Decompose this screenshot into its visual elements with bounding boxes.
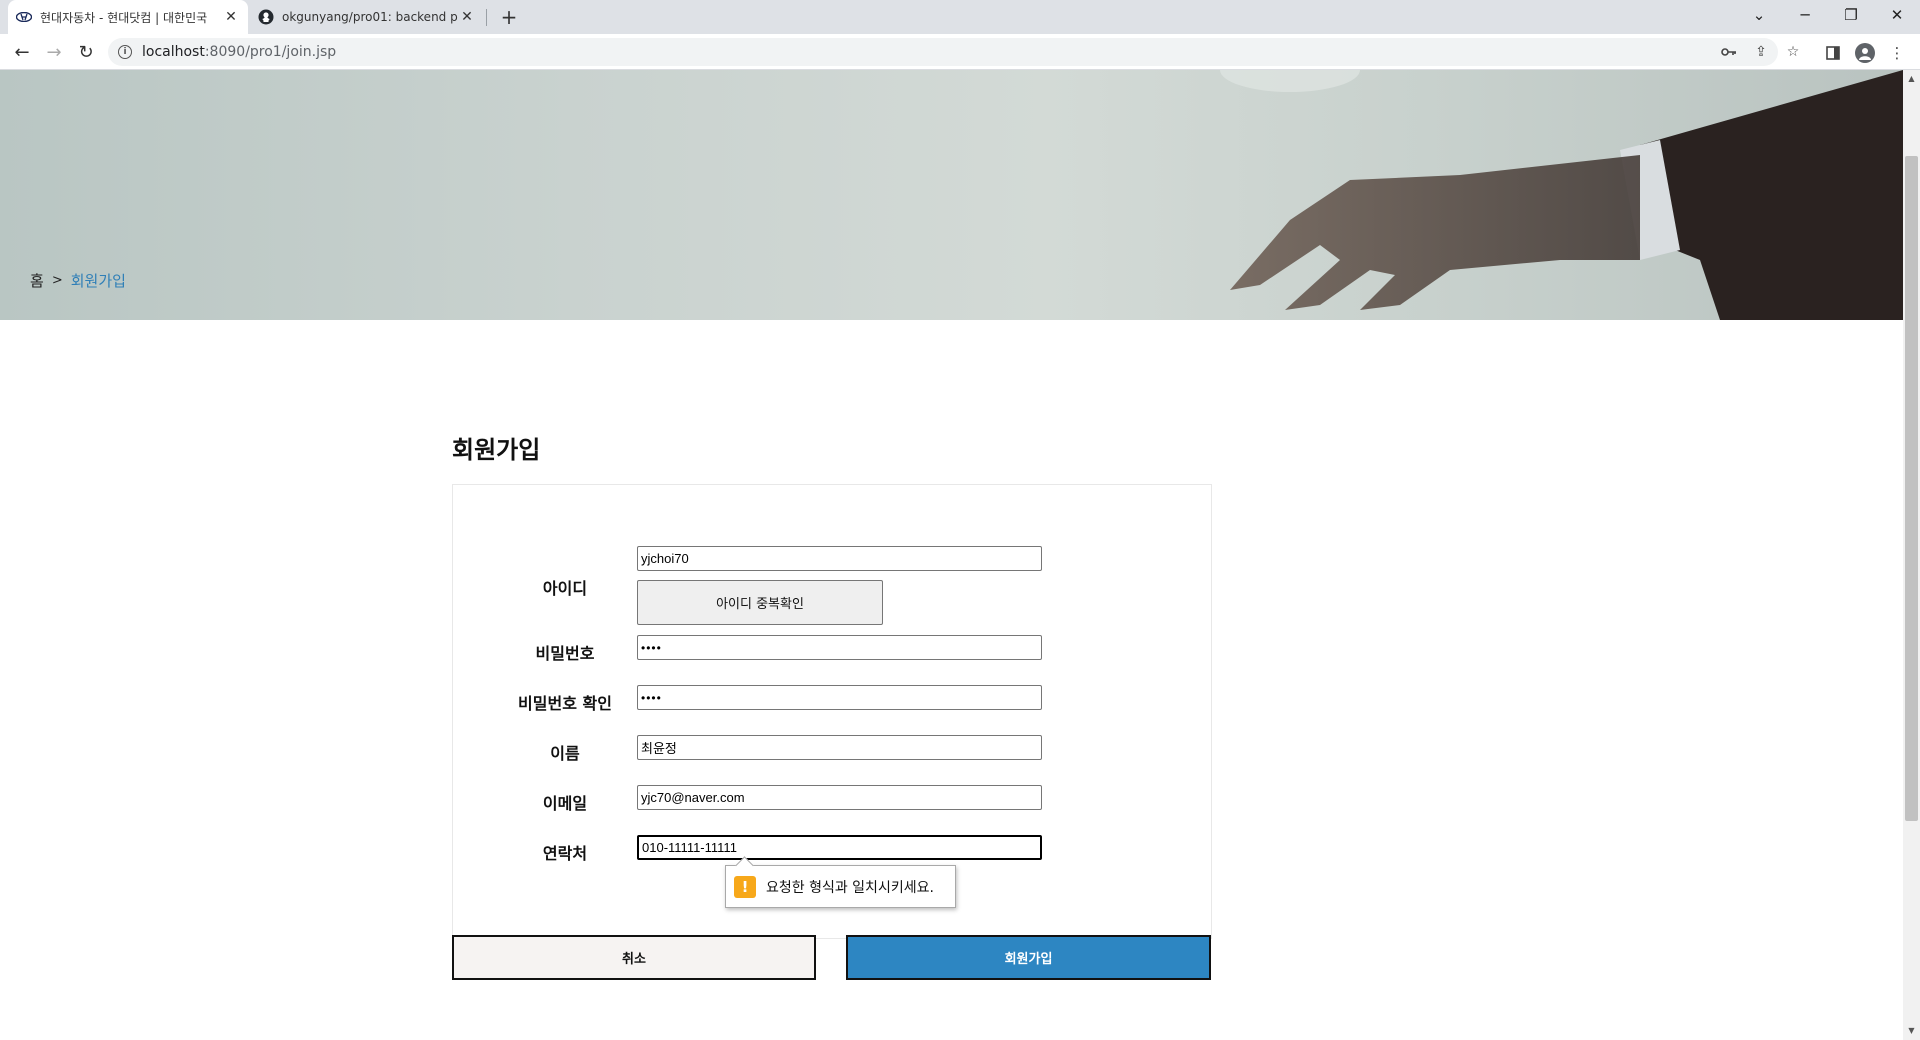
scroll-up-arrow-icon[interactable]: ▲ xyxy=(1906,73,1917,84)
password-label: 비밀번호 xyxy=(535,644,595,663)
close-icon[interactable]: ✕ xyxy=(458,8,476,26)
browser-tab-bar: 현대자동차 - 현대닷컴 | 대한민국 ✕ okgunyang/pro01: b… xyxy=(0,0,1920,34)
profile-avatar-icon[interactable] xyxy=(1855,43,1875,63)
id-label: 아이디 xyxy=(542,579,588,598)
validation-message: 요청한 형식과 일치시키세요. xyxy=(766,879,934,896)
new-tab-plus-icon[interactable]: + xyxy=(497,5,521,29)
hero-banner-image xyxy=(0,70,1903,320)
password-key-icon[interactable] xyxy=(1717,40,1741,64)
tab-title: okgunyang/pro01: backend proj xyxy=(282,10,458,24)
id-input[interactable]: yjchoi70 xyxy=(637,546,1042,571)
email-label: 이메일 xyxy=(542,794,588,813)
breadcrumb: 홈 > 회원가입 xyxy=(30,270,126,291)
side-panel-icon[interactable] xyxy=(1820,40,1846,66)
bookmark-star-icon[interactable]: ☆ xyxy=(1781,40,1805,64)
validation-tooltip: ! 요청한 형식과 일치시키세요. xyxy=(725,865,956,908)
window-close-icon[interactable]: ✕ xyxy=(1874,0,1920,30)
id-duplicate-check-button[interactable]: 아이디 중복확인 xyxy=(637,580,883,625)
browser-tab-hyundai[interactable]: 현대자동차 - 현대닷컴 | 대한민국 ✕ xyxy=(8,0,248,34)
scroll-down-arrow-icon[interactable]: ▼ xyxy=(1906,1025,1917,1036)
breadcrumb-separator: > xyxy=(51,273,63,288)
browser-tab-github[interactable]: okgunyang/pro01: backend proj ✕ xyxy=(250,0,484,34)
breadcrumb-current[interactable]: 회원가입 xyxy=(71,270,126,291)
breadcrumb-home-link[interactable]: 홈 xyxy=(30,270,44,291)
back-arrow-icon[interactable]: ← xyxy=(8,38,36,66)
cancel-button[interactable]: 취소 xyxy=(452,935,816,980)
name-label: 이름 xyxy=(550,744,580,763)
password-input[interactable]: •••• xyxy=(637,635,1042,660)
email-input[interactable]: yjc70@naver.com xyxy=(637,785,1042,810)
site-info-icon[interactable]: i xyxy=(118,45,132,59)
password-confirm-input[interactable]: •••• xyxy=(637,685,1042,710)
github-icon xyxy=(258,9,274,25)
tab-search-chevron-icon[interactable]: ⌄ xyxy=(1736,0,1782,30)
close-icon[interactable]: ✕ xyxy=(222,8,240,26)
page-title: 회원가입 xyxy=(452,436,541,464)
share-icon[interactable]: ⇪ xyxy=(1749,40,1773,64)
minimize-icon[interactable]: ─ xyxy=(1782,0,1828,30)
browser-toolbar: ← → ↻ i localhost:8090/pro1/join.jsp ⇪ ☆… xyxy=(0,34,1920,70)
phone-label: 연락처 xyxy=(542,844,588,863)
scrollbar-thumb[interactable] xyxy=(1905,156,1918,821)
menu-kebab-icon[interactable]: ⋮ xyxy=(1884,40,1910,66)
name-input[interactable]: 최윤정 xyxy=(637,735,1042,760)
tab-divider xyxy=(486,9,487,26)
hyundai-logo-icon xyxy=(16,9,32,25)
phone-input[interactable]: 010-11111-11111 xyxy=(637,835,1042,860)
address-bar[interactable]: i localhost:8090/pro1/join.jsp xyxy=(108,38,1778,66)
warning-icon: ! xyxy=(734,875,756,898)
url-text: localhost:8090/pro1/join.jsp xyxy=(142,44,337,60)
restore-icon[interactable]: ❐ xyxy=(1828,0,1874,30)
tab-title: 현대자동차 - 현대닷컴 | 대한민국 xyxy=(40,10,208,25)
forward-arrow-icon[interactable]: → xyxy=(40,38,68,66)
signup-submit-button[interactable]: 회원가입 xyxy=(846,935,1211,980)
reload-icon[interactable]: ↻ xyxy=(72,38,100,66)
vertical-scrollbar[interactable]: ▲ ▼ xyxy=(1903,70,1920,1040)
password-confirm-label: 비밀번호 확인 xyxy=(518,694,612,713)
